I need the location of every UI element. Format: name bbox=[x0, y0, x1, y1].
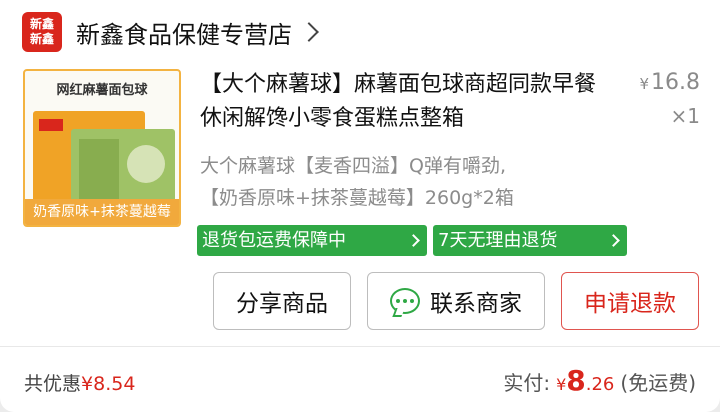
paid-integer: 8 bbox=[566, 364, 586, 397]
paid-shipping-note: (免运费) bbox=[620, 371, 696, 395]
store-header[interactable]: 新鑫 新鑫 新鑫食品保健专营店 bbox=[22, 12, 319, 52]
tag-seven-day-return[interactable]: 7天无理由退货 bbox=[433, 225, 627, 256]
thumbnail-caption: 奶香原味+抹茶蔓越莓 bbox=[25, 199, 179, 225]
order-item-card: 新鑫 新鑫 新鑫食品保健专营店 网红麻薯面包球 奶香原味+抹茶蔓越莓 【大个麻薯… bbox=[0, 0, 720, 412]
product-thumbnail[interactable]: 网红麻薯面包球 奶香原味+抹茶蔓越莓 bbox=[23, 69, 181, 227]
product-title[interactable]: 【大个麻薯球】麻薯面包球商超同款早餐休闲解馋小零食蛋糕点整箱 bbox=[200, 68, 610, 136]
store-logo: 新鑫 新鑫 bbox=[22, 12, 62, 52]
amount-paid: 实付: ¥ 8 .26 (免运费) bbox=[503, 364, 696, 397]
store-name[interactable]: 新鑫食品保健专营店 bbox=[76, 15, 292, 50]
tag-seven-day-return-label: 7天无理由退货 bbox=[438, 230, 558, 251]
chat-bubble-icon bbox=[390, 288, 420, 314]
store-logo-text-top: 新鑫 bbox=[29, 17, 54, 31]
share-product-button[interactable]: 分享商品 bbox=[213, 272, 351, 330]
contact-seller-label: 联系商家 bbox=[430, 291, 522, 317]
price-currency: ¥ bbox=[639, 75, 650, 93]
price-value: 16.8 bbox=[651, 70, 700, 95]
discount-amount: ¥8.54 bbox=[81, 373, 136, 395]
divider bbox=[0, 346, 720, 347]
discount-label: 共优惠 bbox=[24, 373, 82, 395]
share-product-label: 分享商品 bbox=[236, 291, 328, 317]
chevron-right-icon bbox=[407, 234, 420, 247]
request-refund-label: 申请退款 bbox=[584, 291, 676, 317]
thumbnail-title: 网红麻薯面包球 bbox=[56, 83, 148, 98]
chevron-right-icon[interactable] bbox=[299, 22, 319, 42]
paid-label: 实付: bbox=[503, 371, 551, 395]
paid-decimal: .26 bbox=[585, 374, 615, 395]
store-logo-text-bottom: 新鑫 bbox=[29, 32, 54, 46]
product-quantity: ×1 bbox=[670, 104, 700, 128]
total-discount: 共优惠¥8.54 bbox=[24, 369, 135, 396]
tag-shipping-insurance-label: 退货包运费保障中 bbox=[202, 230, 346, 251]
spec-line-2: 【奶香原味+抹茶蔓越莓】260g*2箱 bbox=[200, 187, 514, 209]
box-front-product-photo bbox=[127, 145, 165, 183]
product-price: ¥16.8 bbox=[600, 70, 700, 95]
paid-currency: ¥ bbox=[556, 375, 567, 394]
spec-line-1: 大个麻薯球【麦香四溢】Q弹有嚼劲, bbox=[200, 155, 506, 177]
contact-seller-button[interactable]: 联系商家 bbox=[367, 272, 545, 330]
request-refund-button[interactable]: 申请退款 bbox=[561, 272, 699, 330]
tag-shipping-insurance[interactable]: 退货包运费保障中 bbox=[197, 225, 427, 256]
chevron-right-icon bbox=[607, 234, 620, 247]
box-brand-tag bbox=[39, 119, 63, 131]
product-spec: 大个麻薯球【麦香四溢】Q弹有嚼劲, 【奶香原味+抹茶蔓越莓】260g*2箱 bbox=[200, 150, 620, 214]
